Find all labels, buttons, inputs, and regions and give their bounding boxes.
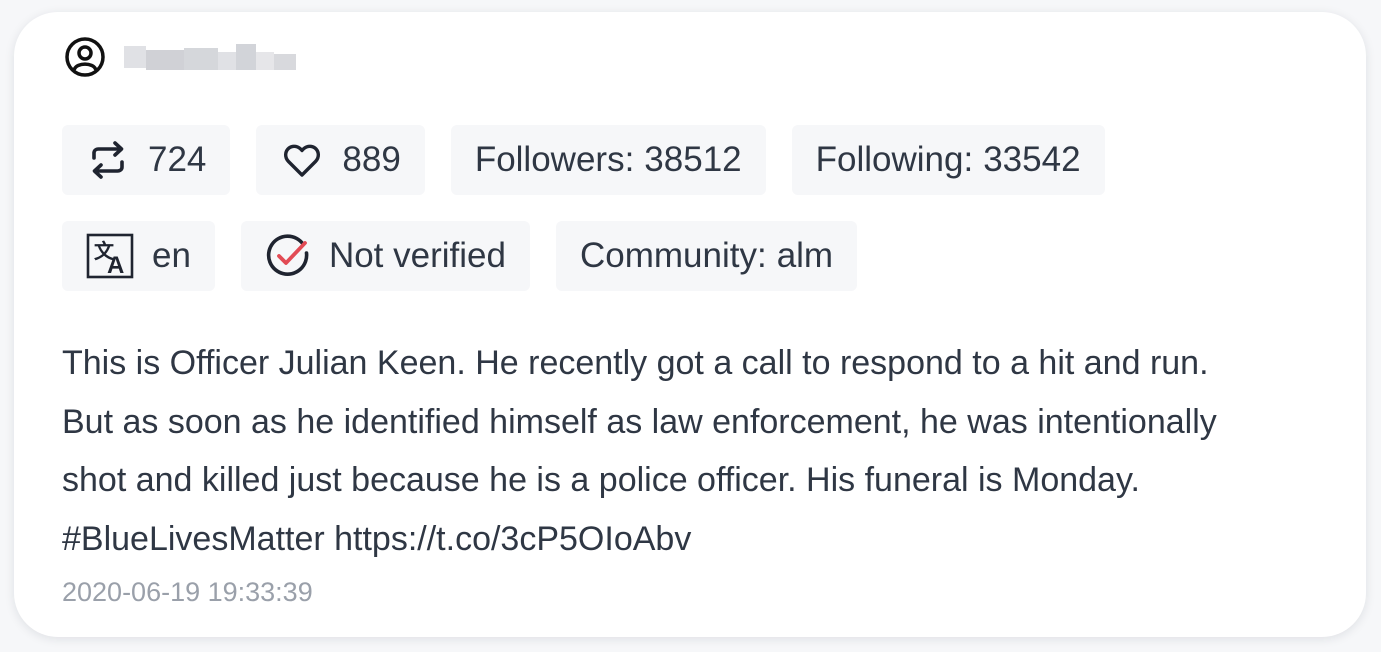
heart-icon [280, 139, 324, 181]
community-value: alm [776, 236, 834, 275]
following-pill: Following: 33542 [791, 125, 1105, 195]
retweet-count-pill: 724 [62, 125, 231, 195]
followers-label: Followers: [474, 140, 635, 179]
username-redacted: ████ ███ ██ [124, 40, 296, 74]
user-row: ████ ███ ██ [64, 37, 296, 77]
tweet-text: This is Officer Julian Keen. He recently… [62, 344, 1217, 558]
retweet-count: 724 [148, 140, 207, 179]
user-circle-icon [64, 36, 106, 78]
followers-pill: Followers: 38512 [450, 125, 766, 195]
meta-row: 文 A en Not verified Community: alm [62, 221, 858, 291]
tweet-timestamp: 2020-06-19 19:33:39 [62, 577, 313, 607]
stats-row: 724 889 Followers: 38512 Following: 3354… [62, 125, 1105, 195]
community-pill: Community: alm [555, 221, 858, 291]
like-count-pill: 889 [256, 125, 425, 195]
like-count: 889 [342, 140, 401, 179]
followers-count: 38512 [644, 140, 742, 179]
following-label: Following: [815, 140, 974, 179]
verification-pill: Not verified [240, 221, 530, 291]
svg-text:A: A [107, 252, 124, 279]
language-pill: 文 A en [62, 221, 215, 291]
following-count: 33542 [983, 140, 1081, 179]
translate-icon: 文 A [86, 233, 134, 279]
verification-status: Not verified [328, 236, 506, 275]
community-label: Community: [579, 236, 767, 275]
tweet-card: ████ ███ ██ 724 889 Foll [14, 12, 1366, 637]
language-value: en [152, 236, 191, 275]
retweet-icon [86, 138, 130, 182]
check-circle-icon [265, 233, 311, 279]
